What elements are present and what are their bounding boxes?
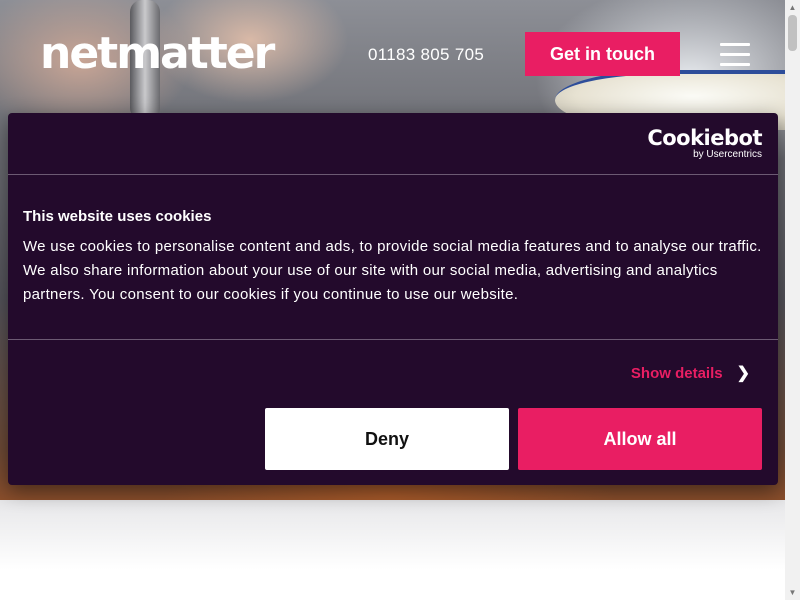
divider [8,339,778,340]
phone-number-link[interactable]: 01183 805 705 [368,45,484,65]
menu-bar [720,43,750,46]
divider [8,174,778,175]
chevron-right-icon: ❯ [736,365,750,382]
cookiebot-logo: Cookiebot by Usercentrics [647,127,762,161]
scroll-up-arrow-icon[interactable]: ▲ [785,0,800,15]
show-details-label: Show details [630,364,723,382]
brand-name: Cookiebot [647,126,762,150]
site-logo[interactable]: netmatter [40,30,275,78]
cookie-title: This website uses cookies [23,208,212,225]
brand-subtitle: by Usercentrics [693,149,762,160]
menu-bar [720,63,750,66]
show-details-link[interactable]: Show details ❯ [631,363,750,383]
page-content-area [0,500,785,600]
vertical-scrollbar[interactable]: ▲ ▼ [785,0,800,600]
cookie-consent-dialog: Cookiebot by Usercentrics This website u… [8,113,778,485]
page-viewport: netmatter 01183 805 705 Get in touch Coo… [0,0,785,600]
allow-all-button[interactable]: Allow all [518,408,762,470]
scrollbar-thumb[interactable] [788,15,797,51]
cookie-description: We use cookies to personalise content an… [23,238,762,303]
scroll-down-arrow-icon[interactable]: ▼ [785,585,800,600]
hamburger-icon[interactable] [720,43,750,67]
get-in-touch-button[interactable]: Get in touch [525,32,680,76]
menu-bar [720,53,750,56]
deny-button[interactable]: Deny [265,408,509,470]
